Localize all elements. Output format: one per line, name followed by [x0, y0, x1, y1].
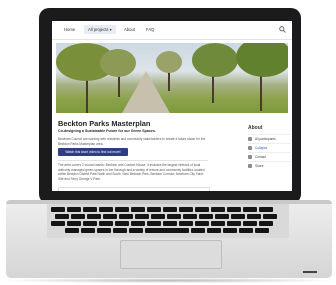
- keyboard-key: [195, 221, 209, 226]
- keyboard-key: [243, 207, 257, 212]
- hero-path: [122, 71, 170, 113]
- keyboard-key: [227, 221, 241, 226]
- nav-all-projects[interactable]: All projects ▾: [84, 25, 116, 34]
- keyboard-key: [243, 221, 257, 226]
- search-icon[interactable]: [279, 26, 286, 33]
- keyboard-key: [65, 228, 79, 233]
- keyboard-key: [227, 207, 241, 212]
- keyboard-key: [167, 214, 181, 219]
- keyboard-key: [183, 214, 197, 219]
- keyboard-key: [51, 221, 65, 226]
- keyboard-key: [97, 228, 111, 233]
- tree-trunk: [168, 71, 170, 91]
- keyboard-key: [71, 214, 85, 219]
- keyboard-key: [103, 214, 117, 219]
- about-title: About: [248, 125, 263, 131]
- collapse-icon: [248, 146, 252, 150]
- body-paragraph: The area covers 2 council wards: Beckton…: [58, 163, 205, 181]
- about-sidebar: About Ali participants Collapse Contact …: [248, 125, 290, 170]
- keyboard-key: [99, 221, 113, 226]
- keyboard-key: [231, 214, 245, 219]
- keyboard-key: [211, 221, 225, 226]
- keyboard-key: [147, 207, 161, 212]
- key-row: [51, 228, 285, 233]
- divider: [58, 160, 208, 161]
- keyboard-key: [83, 221, 97, 226]
- sidebar-item-label: Ali participants: [255, 137, 276, 141]
- keyboard-key: [163, 221, 177, 226]
- tree-canopy: [236, 43, 288, 77]
- key-row: [51, 221, 285, 226]
- keyboard-key: [145, 228, 189, 233]
- share-icon: [248, 164, 252, 168]
- keyboard-key: [115, 221, 129, 226]
- keyboard-key: [191, 228, 205, 233]
- keyboard-key: [131, 207, 145, 212]
- keyboard-key: [179, 221, 193, 226]
- keyboard-key: [81, 228, 95, 233]
- person-icon: [248, 137, 252, 141]
- keyboard-key: [151, 214, 165, 219]
- keyboard-key: [115, 207, 129, 212]
- sidebar-item-participants[interactable]: Ali participants: [248, 134, 290, 143]
- page-title: Beckton Parks Masterplan: [58, 119, 151, 128]
- keyboard-key: [263, 214, 277, 219]
- touchpad: [120, 240, 222, 269]
- top-nav: Home All projects ▾ About FAQ: [52, 21, 292, 40]
- tree-trunk: [260, 73, 262, 111]
- sidebar-item-label: Contact: [255, 155, 266, 159]
- keyboard-key: [259, 207, 273, 212]
- watch-video-button[interactable]: Watch this short video to find out more!: [58, 148, 128, 156]
- keyboard-key: [99, 207, 113, 212]
- keyboard-key: [83, 207, 97, 212]
- keyboard-key: [67, 221, 81, 226]
- keyboard-key: [87, 214, 101, 219]
- nav-home[interactable]: Home: [64, 27, 75, 32]
- sidebar-item-share[interactable]: Share: [248, 161, 290, 170]
- tree-canopy: [192, 43, 238, 77]
- keyboard-key: [223, 228, 237, 233]
- laptop-port: [303, 271, 317, 273]
- keyboard-key: [207, 228, 221, 233]
- keyboard-key: [199, 214, 213, 219]
- envelope-icon: [248, 155, 252, 159]
- page-subtitle: Co-designing a Sustainable Future for ou…: [58, 129, 156, 133]
- sidebar-item-label: Collapse: [255, 146, 268, 150]
- tree-trunk: [212, 73, 214, 103]
- sidebar-item-label: Share: [255, 164, 264, 168]
- keyboard-key: [179, 207, 193, 212]
- nav-about[interactable]: About: [124, 27, 135, 32]
- content-box: [58, 187, 210, 191]
- keyboard-key: [147, 221, 161, 226]
- tree-canopy: [100, 49, 136, 77]
- intro-paragraph: Newham Council are working with resident…: [58, 137, 206, 146]
- keyboard: [47, 204, 289, 238]
- keyboard-key: [247, 214, 261, 219]
- key-row: [51, 207, 285, 212]
- keyboard-key: [255, 228, 269, 233]
- keyboard-key: [67, 207, 81, 212]
- keyboard-key: [163, 207, 177, 212]
- keyboard-key: [259, 221, 273, 226]
- keyboard-key: [129, 228, 143, 233]
- hero-image: [56, 43, 288, 113]
- keyboard-key: [51, 207, 65, 212]
- keyboard-key: [211, 207, 225, 212]
- keyboard-key: [239, 228, 253, 233]
- keyboard-key: [131, 221, 145, 226]
- keyboard-key: [195, 207, 209, 212]
- key-row: [51, 214, 285, 219]
- laptop-shadow: [2, 278, 336, 283]
- laptop-screen: Home All projects ▾ About FAQ Beckton Pa…: [52, 21, 292, 191]
- tree-canopy: [156, 51, 182, 73]
- keyboard-key: [55, 214, 69, 219]
- keyboard-key: [119, 214, 133, 219]
- nav-faq[interactable]: FAQ: [146, 27, 154, 32]
- keyboard-key: [135, 214, 149, 219]
- sidebar-item-collapse[interactable]: Collapse: [248, 143, 290, 152]
- keyboard-key: [215, 214, 229, 219]
- keyboard-key: [113, 228, 127, 233]
- sidebar-item-contact[interactable]: Contact: [248, 152, 290, 161]
